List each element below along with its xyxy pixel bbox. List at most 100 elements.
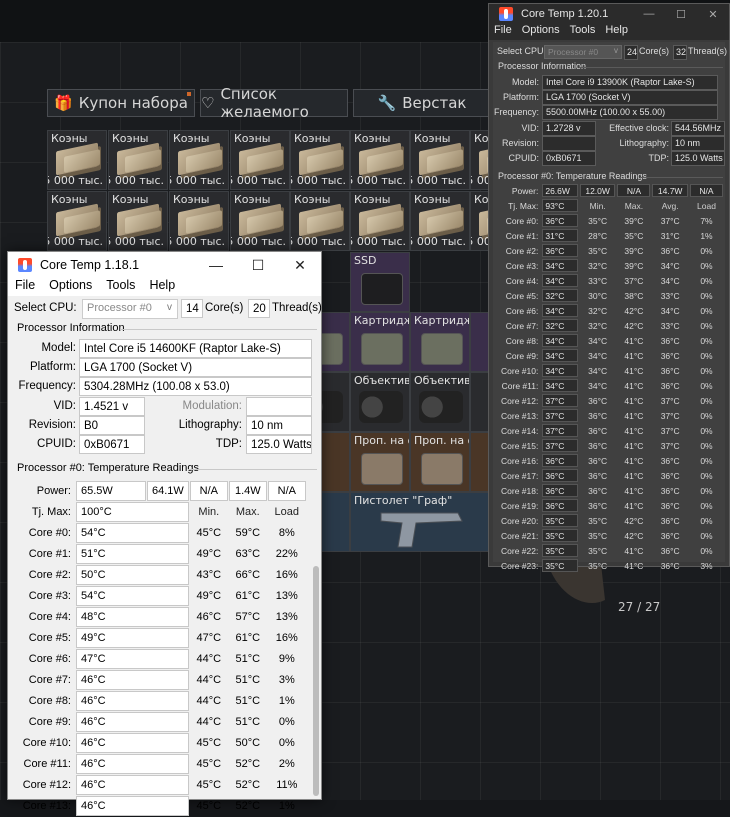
- wishlist-tab[interactable]: ♡ Список желаемого: [200, 85, 348, 121]
- core-row: Core #20: 35°C 35°C 42°C 36°C 0%: [499, 514, 723, 527]
- close-button[interactable]: ✕: [279, 252, 321, 278]
- core-temp: 37°C: [542, 409, 578, 422]
- item-name: Коэны: [414, 132, 451, 145]
- frequency-value: 5304.28MHz (100.08 x 53.0): [79, 377, 312, 396]
- bundle-coupon-tab[interactable]: 🎁 Купон набора: [47, 89, 195, 117]
- inventory-item-money[interactable]: Коэны 5 000 тыс.: [47, 130, 107, 190]
- pass-image: [361, 453, 403, 485]
- core-avg: 36°C: [660, 470, 680, 481]
- core-row: Core #19: 36°C 36°C 41°C 36°C 0%: [499, 499, 723, 512]
- inventory-item[interactable]: Проп. на ферму: [350, 432, 410, 492]
- core-min: 47°C: [196, 632, 222, 644]
- item-name: Картридж с игрой: [354, 314, 410, 327]
- inventory-item-money[interactable]: Коэны 5 000 тыс.: [47, 191, 107, 251]
- inventory-item[interactable]: Картридж с игрой: [410, 312, 470, 372]
- core-temp: 46°C: [76, 733, 189, 753]
- section-divider: [188, 469, 317, 470]
- menu-file[interactable]: File: [8, 278, 42, 296]
- menu-help[interactable]: Help: [600, 24, 633, 40]
- minimize-button[interactable]: —: [633, 4, 665, 24]
- threads-label: Thread(s): [272, 302, 322, 314]
- window-title: Core Temp 1.20.1: [521, 8, 609, 20]
- core-load: 16%: [275, 632, 298, 644]
- inventory-item[interactable]: Объектив: [410, 372, 470, 432]
- core-label: Core #21:: [501, 530, 539, 541]
- inventory-item-money[interactable]: Коэны 5 000 тыс.: [350, 130, 410, 190]
- core-load: 0%: [700, 455, 713, 466]
- core-min: 36°C: [588, 500, 608, 511]
- power-cores: 12.0W: [579, 184, 616, 197]
- item-name: Коэны: [173, 193, 210, 206]
- wishlist-label: Список желаемого: [220, 85, 309, 121]
- core-max: 41°C: [624, 380, 644, 391]
- vertical-scrollbar[interactable]: [313, 566, 319, 796]
- inventory-item-money[interactable]: Коэны 5 000 тыс.: [350, 191, 410, 251]
- inventory-item[interactable]: Картридж с игрой: [350, 312, 410, 372]
- core-label: Core #10:: [501, 365, 539, 376]
- menu-help[interactable]: Help: [142, 278, 182, 296]
- core-max: 51°C: [235, 674, 261, 686]
- inventory-item-money[interactable]: Коэны 5 000 тыс.: [410, 191, 470, 251]
- inventory-item[interactable]: SSD: [350, 252, 410, 312]
- frequency-value: 5500.00MHz (100.00 x 55.00): [542, 105, 718, 120]
- core-row: Core #8: 46°C 44°C 51°C 1%: [17, 691, 306, 711]
- core-min: 36°C: [588, 440, 608, 451]
- inventory-item[interactable]: Объектив: [350, 372, 410, 432]
- inventory-item-money[interactable]: Коэны 5 000 тыс.: [290, 130, 350, 190]
- title-bar[interactable]: Core Temp 1.18.1 — ☐ ✕: [8, 252, 321, 278]
- core-max: 52°C: [235, 800, 261, 812]
- core-min: 45°C: [196, 800, 222, 812]
- core-load: 0%: [700, 275, 713, 286]
- inventory-item-money[interactable]: Коэны 5 000 тыс.: [230, 130, 290, 190]
- maximize-button[interactable]: ☐: [237, 252, 279, 278]
- core-min: 36°C: [588, 425, 608, 436]
- menu-tools[interactable]: Tools: [99, 278, 142, 296]
- inventory-item[interactable]: Проп. на ферму: [410, 432, 470, 492]
- inventory-item-pistol[interactable]: Пистолет "Граф": [350, 492, 490, 552]
- core-row: Core #1: 31°C 28°C 35°C 31°C 1%: [499, 229, 723, 242]
- core-label: Core #11:: [23, 758, 72, 770]
- tdp-value: 125.0 Watts: [246, 435, 312, 454]
- item-value: 5 000 тыс.: [47, 174, 103, 187]
- item-name: SSD: [354, 254, 377, 267]
- core-min: 34°C: [588, 365, 608, 376]
- core-temp: 34°C: [542, 274, 578, 287]
- inventory-item-money[interactable]: Коэны 5 000 тыс.: [169, 191, 229, 251]
- core-min: 44°C: [196, 695, 222, 707]
- core-temp-window-secondary[interactable]: Core Temp 1.20.1 — ☐ ✕ File Options Tool…: [488, 3, 730, 572]
- select-cpu-dropdown[interactable]: Processor #0: [544, 45, 622, 59]
- title-bar[interactable]: Core Temp 1.20.1 — ☐ ✕: [489, 4, 729, 24]
- core-load: 0%: [700, 395, 713, 406]
- revision-label: Revision:: [28, 419, 76, 431]
- inventory-item-money[interactable]: Коэны 5 000 тыс.: [410, 130, 470, 190]
- core-max: 41°C: [624, 485, 644, 496]
- menu-options[interactable]: Options: [42, 278, 99, 296]
- inventory-item-money[interactable]: Коэны 5 000 тыс.: [290, 191, 350, 251]
- close-button[interactable]: ✕: [697, 4, 729, 24]
- core-label: Core #0:: [505, 215, 539, 226]
- tjmax-value: 100°C: [76, 502, 189, 522]
- menu-options[interactable]: Options: [517, 24, 565, 40]
- core-temp: 36°C: [542, 454, 578, 467]
- inventory-item-money[interactable]: Коэны 5 000 тыс.: [230, 191, 290, 251]
- select-cpu-dropdown[interactable]: Processor #0: [82, 299, 178, 319]
- cpuid-value: 0xB0671: [79, 435, 145, 454]
- menu-bar: File Options Tools Help: [489, 24, 729, 40]
- item-value: 5 000 тыс.: [230, 235, 286, 248]
- core-label: Core #18:: [501, 485, 539, 496]
- core-min: 36°C: [588, 410, 608, 421]
- maximize-button[interactable]: ☐: [665, 4, 697, 24]
- core-load: 0%: [700, 530, 713, 541]
- core-avg: 31°C: [660, 230, 680, 241]
- workbench-tab[interactable]: 🔧 Верстак: [353, 89, 491, 117]
- inventory-item-money[interactable]: Коэны 5 000 тыс.: [108, 191, 168, 251]
- revision-value: [542, 136, 596, 151]
- menu-file[interactable]: File: [489, 24, 517, 40]
- core-load: 1%: [278, 800, 295, 812]
- menu-tools[interactable]: Tools: [565, 24, 601, 40]
- core-temp-window-main[interactable]: Core Temp 1.18.1 — ☐ ✕ File Options Tool…: [7, 251, 322, 816]
- inventory-item-money[interactable]: Коэны 5 000 тыс.: [169, 130, 229, 190]
- minimize-button[interactable]: —: [195, 252, 237, 278]
- core-min: 35°C: [588, 560, 608, 571]
- inventory-item-money[interactable]: Коэны 5 000 тыс.: [108, 130, 168, 190]
